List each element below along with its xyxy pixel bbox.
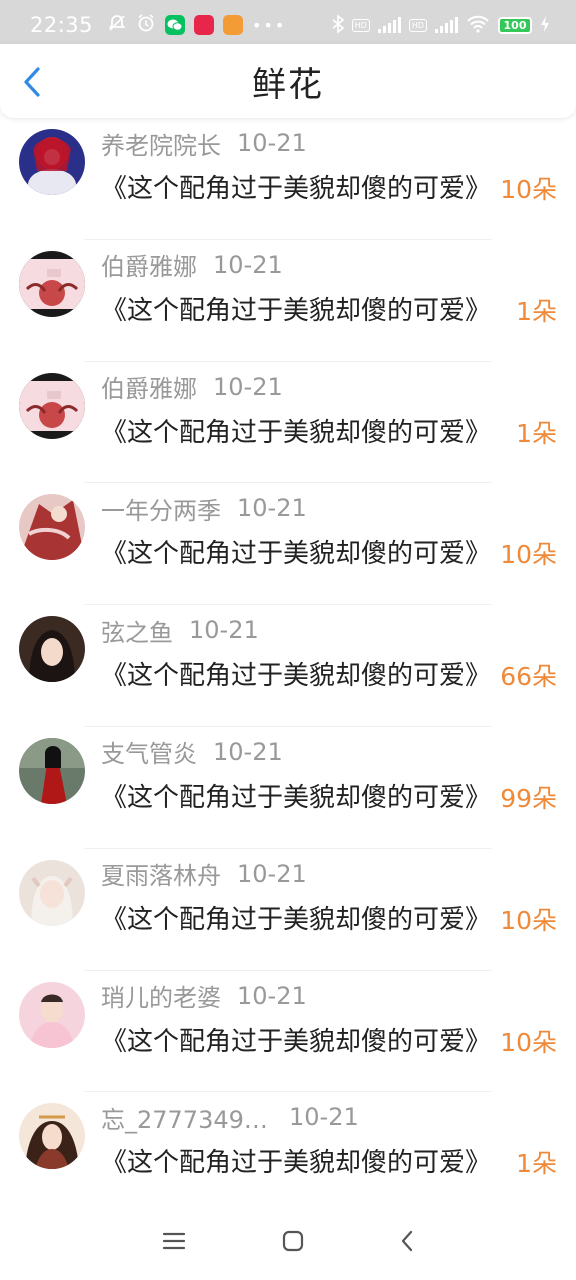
item-date: 10-21 (189, 616, 259, 645)
item-message: 《这个配角过于美貌却傻的可爱》 (101, 295, 492, 326)
flower-count: 99朵 (500, 783, 557, 813)
hd-icon-2: HD (408, 18, 427, 32)
user-name[interactable]: 支气管炎 (101, 734, 197, 769)
item-message: 《这个配角过于美貌却傻的可爱》 (101, 174, 492, 204)
battery-icon: 100 (498, 16, 532, 34)
item-meta: 伯爵雅娜 10-21 (101, 248, 283, 282)
flower-count: 1朵 (516, 1149, 557, 1179)
avatar[interactable] (19, 1103, 85, 1170)
list-item[interactable]: 弦之鱼 10-21 《这个配角过于美貌却傻的可爱》 66朵 (0, 605, 576, 727)
flower-count: 1朵 (516, 296, 557, 326)
list-item[interactable]: 支气管炎 10-21 《这个配角过于美貌却傻的可爱》 99朵 (0, 727, 576, 849)
app-notification-icon-2 (223, 15, 244, 35)
home-square-icon[interactable] (282, 1230, 304, 1256)
avatar[interactable] (19, 494, 85, 561)
avatar[interactable] (19, 737, 85, 804)
bluetooth-icon (332, 13, 344, 37)
item-meta: 弦之鱼 10-21 (101, 613, 259, 647)
menu-icon[interactable] (162, 1231, 186, 1255)
user-name[interactable]: 养老院院长 (101, 126, 221, 161)
avatar[interactable] (19, 859, 85, 926)
list-item[interactable]: 忘_2777349… 10-21 《这个配角过于美貌却傻的可爱》 1朵 (0, 1092, 576, 1214)
flower-count: 10朵 (500, 905, 557, 935)
status-system-icons: HD HD 100 (332, 13, 550, 37)
item-message: 《这个配角过于美貌却傻的可爱》 (101, 661, 492, 692)
app-notification-icon (194, 15, 215, 35)
item-date: 10-21 (237, 859, 307, 888)
list-item[interactable]: 伯爵雅娜 10-21 《这个配角过于美貌却傻的可爱》 1朵 (0, 362, 576, 484)
signal-icon-2 (435, 17, 458, 33)
alarm-clock-icon (136, 13, 156, 38)
item-meta: 夏雨落林舟 10-21 (101, 857, 307, 891)
item-meta: 一年分两季 10-21 (101, 491, 307, 525)
flower-count: 66朵 (500, 662, 557, 692)
avatar[interactable] (19, 981, 85, 1048)
wifi-icon (466, 15, 490, 36)
list-item[interactable]: 琑儿的老婆 10-21 《这个配角过于美貌却傻的可爱》 10朵 (0, 971, 576, 1093)
flower-count: 10朵 (500, 1027, 557, 1057)
item-meta: 支气管炎 10-21 (101, 735, 283, 769)
user-name[interactable]: 夏雨落林舟 (101, 856, 221, 891)
item-date: 10-21 (213, 250, 283, 279)
item-message: 《这个配角过于美貌却傻的可爱》 (101, 1026, 492, 1057)
avatar[interactable] (19, 250, 85, 317)
user-name[interactable]: 忘_2777349… (101, 1100, 267, 1135)
flower-count: 10朵 (500, 540, 557, 570)
item-meta: 伯爵雅娜 10-21 (101, 370, 283, 404)
user-name[interactable]: 琑儿的老婆 (101, 978, 221, 1013)
hd-icon: HD (351, 18, 370, 32)
more-notifications-icon: ••• (252, 15, 287, 35)
item-date: 10-21 (237, 494, 307, 523)
status-bar: 22:35 ••• HD HD 100 (0, 0, 576, 50)
user-name[interactable]: 伯爵雅娜 (101, 247, 197, 282)
status-notification-icons: ••• (107, 13, 286, 38)
list-item[interactable]: 夏雨落林舟 10-21 《这个配角过于美貌却傻的可爱》 10朵 (0, 849, 576, 971)
item-message: 《这个配角过于美貌却傻的可爱》 (101, 904, 492, 935)
chevron-left-icon (24, 67, 40, 97)
user-name[interactable]: 伯爵雅娜 (101, 369, 197, 404)
header: 鲜花 (0, 44, 576, 118)
item-message: 《这个配角过于美貌却傻的可爱》 (101, 417, 492, 448)
list-item[interactable]: 伯爵雅娜 10-21 《这个配角过于美貌却傻的可爱》 1朵 (0, 240, 576, 362)
item-date: 10-21 (289, 1103, 359, 1132)
item-meta: 养老院院长 10-21 (101, 126, 307, 160)
user-name[interactable]: 弦之鱼 (101, 613, 173, 648)
wechat-icon (165, 15, 186, 35)
list-item[interactable]: 养老院院长 10-21 《这个配角过于美貌却傻的可爱》 10朵 (0, 118, 576, 240)
back-button[interactable] (16, 64, 48, 100)
avatar[interactable] (19, 129, 85, 195)
system-nav-bar (0, 1206, 576, 1280)
flower-list: 养老院院长 10-21 《这个配角过于美貌却傻的可爱》 10朵 伯爵雅娜 10-… (0, 118, 576, 1214)
list-item[interactable]: 一年分两季 10-21 《这个配角过于美貌却傻的可爱》 10朵 (0, 483, 576, 605)
charging-icon (540, 15, 550, 36)
item-date: 10-21 (237, 129, 307, 157)
back-chevron-icon[interactable] (400, 1230, 414, 1256)
flower-count: 10朵 (500, 175, 557, 204)
item-date: 10-21 (237, 981, 307, 1010)
avatar[interactable] (19, 372, 85, 439)
page-title: 鲜花 (252, 64, 324, 105)
mute-bell-icon (107, 13, 127, 38)
item-message: 《这个配角过于美貌却傻的可爱》 (101, 1148, 492, 1179)
item-date: 10-21 (213, 372, 283, 401)
signal-icon (377, 17, 401, 33)
status-time: 22:35 (30, 13, 94, 37)
item-date: 10-21 (213, 737, 283, 766)
item-message: 《这个配角过于美貌却傻的可爱》 (101, 782, 492, 813)
item-meta: 琑儿的老婆 10-21 (101, 979, 307, 1013)
item-message: 《这个配角过于美貌却傻的可爱》 (101, 539, 492, 570)
avatar[interactable] (19, 616, 85, 683)
user-name[interactable]: 一年分两季 (101, 491, 221, 526)
item-meta: 忘_2777349… 10-21 (101, 1100, 359, 1134)
flower-count: 1朵 (516, 418, 557, 448)
